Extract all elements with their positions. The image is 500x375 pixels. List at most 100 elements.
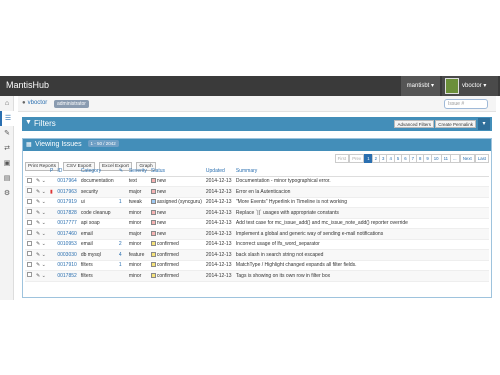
status-cell: new — [148, 207, 204, 219]
page-number[interactable]: ... — [450, 154, 460, 163]
category-cell: code cleanup — [78, 207, 117, 219]
user-icon: ● — [22, 100, 26, 106]
dropdown-icon[interactable]: ⌄ — [42, 273, 46, 279]
edit-column-header — [34, 167, 48, 177]
notes-count-cell: 2 — [116, 239, 127, 250]
row-checkbox[interactable] — [27, 198, 32, 204]
edit-icon[interactable]: ✎ — [0, 126, 14, 141]
dropdown-icon[interactable]: ⌄ — [42, 199, 46, 205]
row-checkbox[interactable] — [27, 188, 32, 194]
status-color-icon — [150, 220, 156, 226]
dropdown-icon[interactable]: ⌄ — [42, 210, 46, 216]
id-column-header[interactable]: ID — [55, 167, 79, 177]
table-row[interactable]: ✎ ⌄ 0010953 email 2 minor confirmed 2014-12-13… — [25, 239, 489, 250]
row-checkbox[interactable] — [27, 261, 32, 267]
pencil-icon[interactable]: ✎ — [36, 273, 40, 279]
pencil-icon[interactable]: ✎ — [36, 262, 40, 268]
issue-id-link[interactable]: 0010953 — [57, 241, 76, 247]
dropdown-icon[interactable]: ⌄ — [42, 241, 46, 247]
table-row[interactable]: ✎ ⌄ 0017910 filters 1 minor confirmed 2014-12-… — [25, 260, 489, 271]
chevron-down-icon[interactable]: ▾ — [478, 118, 490, 130]
filters-panel-header[interactable]: ▼ Filters Advanced Filters Create Permal… — [22, 117, 492, 131]
pagination: First Prev 1 2 3 4 5 6 7 8 9 10 11... Next Last — [334, 154, 489, 164]
priority-cell — [48, 218, 56, 229]
status-column-header[interactable]: Status — [148, 167, 204, 177]
dashboard-icon[interactable]: ⌂ — [0, 96, 14, 111]
user-menu[interactable]: vboctor ▾ — [442, 76, 498, 96]
issue-id-link[interactable]: 0017828 — [57, 210, 76, 216]
row-checkbox[interactable] — [27, 209, 32, 215]
row-checkbox[interactable] — [27, 177, 32, 183]
project-selector[interactable]: mantisbt ▾ — [400, 76, 440, 96]
pencil-icon[interactable]: ✎ — [36, 199, 40, 205]
issue-jump-input[interactable]: Issue # — [444, 99, 488, 109]
severity-cell: minor — [126, 239, 149, 250]
table-row[interactable]: ✎ ⌄ 0017964 documentation text new 2014-12-13… — [25, 176, 489, 187]
category-cell: documentation — [78, 176, 117, 187]
changelog-icon[interactable]: ⇄ — [0, 141, 14, 156]
table-row[interactable]: ✎ ⌄ 0017852 filters minor confirmed 2014-12-1… — [25, 270, 489, 282]
pencil-icon[interactable]: ✎ — [36, 241, 40, 247]
pencil-icon[interactable]: ✎ — [36, 210, 40, 216]
pencil-icon[interactable]: ✎ — [36, 189, 40, 195]
summary-column-header[interactable]: Summary — [233, 167, 489, 177]
dropdown-icon[interactable]: ⌄ — [42, 220, 46, 226]
notes-count-link[interactable]: 1 — [119, 262, 122, 268]
issue-id-link[interactable]: 0017964 — [57, 178, 76, 184]
table-row[interactable]: ✎ ⌄ 0017919 ui 1 tweak assigned (syncguru) 201… — [25, 197, 489, 208]
row-checkbox[interactable] — [27, 219, 32, 225]
pencil-icon[interactable]: ✎ — [36, 231, 40, 237]
pencil-icon[interactable]: ✎ — [36, 178, 40, 184]
notes-column-header[interactable]: ✎ — [116, 167, 127, 177]
notes-count-link[interactable]: 1 — [119, 199, 122, 205]
table-row[interactable]: ✎ ⌄ ▮ 0017963 security major new 2014-12-13 Err… — [25, 186, 489, 198]
updated-cell: 2014-12-13 — [203, 207, 234, 219]
dropdown-icon[interactable]: ⌄ — [42, 262, 46, 268]
id-cell: 0017910 — [55, 260, 79, 271]
notes-count-link[interactable]: 2 — [119, 241, 122, 247]
dropdown-icon[interactable]: ⌄ — [42, 178, 46, 184]
issue-id-link[interactable]: 0017919 — [57, 199, 76, 205]
table-row[interactable]: ✎ ⌄ 0017828 code cleanup minor new 2014-12-13… — [25, 207, 489, 219]
dropdown-icon[interactable]: ⌄ — [42, 189, 46, 195]
dropdown-icon[interactable]: ⌄ — [42, 231, 46, 237]
issue-id-link[interactable]: 0017777 — [57, 220, 76, 226]
issue-id-link[interactable]: 0017460 — [57, 231, 76, 237]
severity-column-header[interactable]: Severity — [126, 167, 149, 177]
breadcrumb-user[interactable]: ● vboctor — [22, 100, 47, 106]
issue-id-link[interactable]: 0017963 — [57, 189, 76, 195]
list-icon[interactable]: ☰ — [0, 111, 14, 126]
roadmap-icon[interactable]: ▣ — [0, 156, 14, 171]
category-cell: filters — [78, 260, 117, 271]
issue-id-link[interactable]: 0003030 — [57, 252, 76, 258]
table-row[interactable]: ✎ ⌄ 0017777 api soap minor new 2014-12-13 Add … — [25, 218, 489, 229]
create-permalink-button[interactable]: Create Permalink — [435, 120, 476, 128]
issue-id-link[interactable]: 0017852 — [57, 273, 76, 279]
row-checkbox[interactable] — [27, 272, 32, 278]
page-first[interactable]: First — [334, 154, 350, 163]
updated-column-header[interactable]: Updated — [203, 167, 234, 177]
updated-cell: 2014-12-13 — [203, 270, 234, 282]
notes-count-link[interactable]: 4 — [119, 252, 122, 258]
severity-cell: minor — [126, 218, 149, 229]
category-column-header[interactable]: Category — [78, 167, 117, 177]
priority-column-header[interactable]: P — [48, 167, 56, 177]
page-next[interactable]: Next — [459, 154, 475, 163]
pencil-icon[interactable]: ✎ — [36, 252, 40, 258]
dropdown-icon[interactable]: ⌄ — [42, 252, 46, 258]
app-brand[interactable]: MantisHub — [6, 80, 49, 90]
row-checkbox[interactable] — [27, 230, 32, 236]
table-header-row: P ID Category ✎ Severity Status Updated … — [25, 167, 489, 177]
summary-icon[interactable]: ▤ — [0, 171, 14, 186]
pencil-icon[interactable]: ✎ — [36, 220, 40, 226]
row-checkbox[interactable] — [27, 251, 32, 257]
table-row[interactable]: ✎ ⌄ 0003030 db mysql 4 feature confirmed 2014-… — [25, 249, 489, 261]
status-cell: confirmed — [148, 249, 204, 261]
issue-id-link[interactable]: 0017910 — [57, 262, 76, 268]
table-row[interactable]: ✎ ⌄ 0017460 email major new 2014-12-13 Impleme… — [25, 228, 489, 240]
page-prev[interactable]: Prev — [349, 154, 365, 163]
page-last[interactable]: Last — [474, 154, 489, 163]
row-checkbox[interactable] — [27, 240, 32, 246]
advanced-filters-button[interactable]: Advanced Filters — [394, 120, 434, 128]
manage-icon[interactable]: ⚙ — [0, 186, 14, 201]
